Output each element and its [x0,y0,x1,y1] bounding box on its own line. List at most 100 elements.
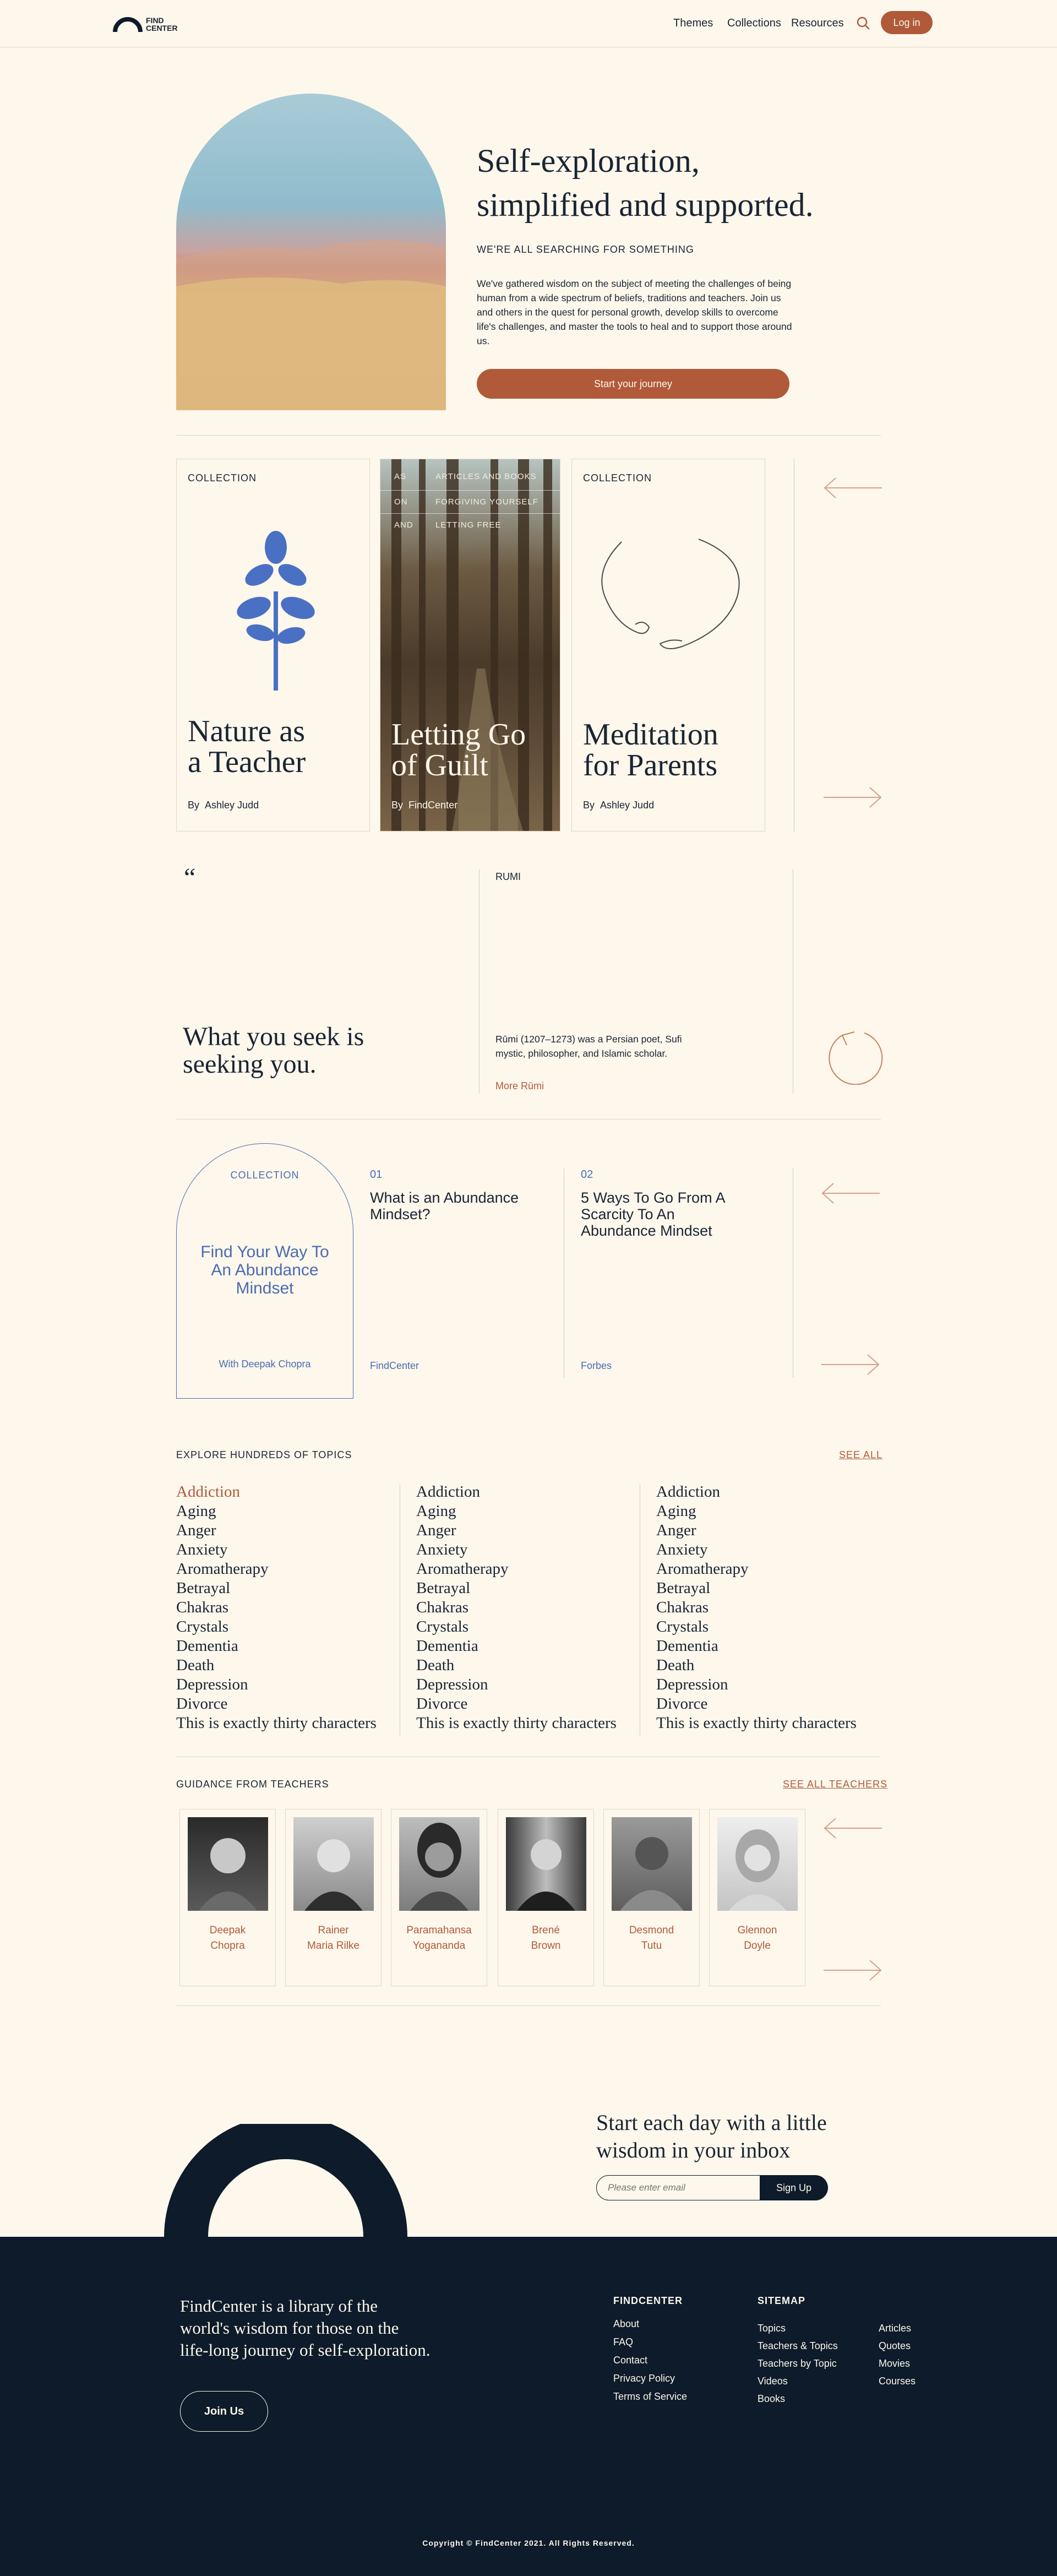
teacher-card[interactable]: Rainer Maria Rilke [285,1809,382,1986]
topic-item[interactable]: Anxiety [656,1540,857,1559]
topic-item[interactable]: Aging [656,1502,857,1521]
footer-link[interactable]: About [613,2318,639,2330]
topic-item[interactable]: Dementia [656,1637,857,1656]
see-all-teachers-link[interactable]: SEE ALL TEACHERS [783,1779,887,1790]
item-source: FindCenter [370,1360,419,1371]
topic-item[interactable]: Addiction [656,1482,857,1502]
login-button[interactable]: Log in [881,11,933,34]
topic-item[interactable]: This is exactly thirty characters [176,1714,377,1733]
footer-link[interactable]: Videos [758,2376,788,2387]
topic-item[interactable]: Dementia [416,1637,617,1656]
topic-item[interactable]: Aging [176,1502,377,1521]
topic-item[interactable]: Death [176,1656,377,1675]
topic-item[interactable]: Betrayal [416,1579,617,1598]
topic-item[interactable]: Addiction [176,1482,377,1502]
footer-link[interactable]: Topics [758,2323,786,2334]
teacher-card[interactable]: Brené Brown [498,1809,594,1986]
meta-value: LETTING FREE [435,520,502,530]
refresh-icon[interactable] [822,1013,883,1085]
search-icon[interactable] [856,16,870,30]
topic-item[interactable]: Anxiety [176,1540,377,1559]
topic-item[interactable]: Crystals [176,1617,377,1637]
teacher-first-name: Brené [532,1925,560,1936]
topic-item[interactable]: Divorce [176,1694,377,1714]
card-tag: COLLECTION [583,472,652,483]
quote-mark: “ [184,863,196,892]
footer-link[interactable]: Movies [879,2358,910,2370]
topic-item[interactable]: Betrayal [656,1579,857,1598]
arrow-left-icon[interactable] [822,477,883,499]
teacher-name: Desmond Tutu [604,1923,699,1954]
teacher-card[interactable]: Deepak Chopra [179,1809,276,1986]
topic-item[interactable]: Depression [656,1675,857,1694]
footer-link[interactable]: Privacy Policy [613,2373,675,2384]
footer-link[interactable]: Terms of Service [613,2391,687,2403]
by-label: By [583,800,595,811]
collection-card-nature[interactable]: COLLECTION Nature as a Teacher By Ashley… [176,459,370,832]
topic-item[interactable]: Chakras [656,1598,857,1617]
topic-item[interactable]: Anger [416,1521,617,1540]
logo[interactable]: FIND CENTER [113,14,179,34]
topic-item[interactable]: Addiction [416,1482,617,1502]
topic-item[interactable]: Anxiety [416,1540,617,1559]
footer-link[interactable]: Teachers by Topic [758,2358,837,2370]
topic-item[interactable]: Crystals [656,1617,857,1637]
topic-item[interactable]: Divorce [656,1694,857,1714]
topic-item[interactable]: Aromatherapy [416,1559,617,1579]
email-input[interactable] [596,2175,767,2200]
topic-item[interactable]: Death [656,1656,857,1675]
quote-text: What you seek is seeking you. [183,1023,364,1078]
collection-card-meditation[interactable]: COLLECTION Meditation for Parents By Ash… [571,459,765,832]
teacher-card[interactable]: Paramahansa Yogananda [391,1809,487,1986]
teacher-name: Rainer Maria Rilke [286,1923,381,1954]
footer-link[interactable]: Articles [879,2323,911,2334]
more-rumi-link[interactable]: More Rūmi [495,1080,544,1092]
topic-item[interactable]: Chakras [176,1598,377,1617]
topic-item[interactable]: This is exactly thirty characters [416,1714,617,1733]
footer-link[interactable]: Teachers & Topics [758,2340,838,2352]
sign-up-button[interactable]: Sign Up [760,2175,828,2200]
card-tag: COLLECTION [230,1170,299,1181]
topic-item[interactable]: This is exactly thirty characters [656,1714,857,1733]
join-us-button[interactable]: Join Us [180,2391,268,2432]
teacher-photo [717,1817,798,1911]
teacher-card[interactable]: Glennon Doyle [709,1809,805,1986]
arrow-right-icon[interactable] [822,1959,883,1981]
topic-item[interactable]: Chakras [416,1598,617,1617]
teacher-card[interactable]: Desmond Tutu [603,1809,700,1986]
teacher-last-name: Maria Rilke [307,1940,360,1952]
topic-item[interactable]: Aromatherapy [656,1559,857,1579]
see-all-topics-link[interactable]: SEE ALL [839,1449,882,1461]
topic-item[interactable]: Depression [416,1675,617,1694]
topic-item[interactable]: Divorce [416,1694,617,1714]
topic-item[interactable]: Betrayal [176,1579,377,1598]
footer-link[interactable]: Courses [879,2376,916,2387]
topic-item[interactable]: Aromatherapy [176,1559,377,1579]
hands-illustration [601,539,740,649]
arrow-left-icon[interactable] [820,1182,881,1204]
topic-item[interactable]: Aging [416,1502,617,1521]
nav-resources[interactable]: Resources [791,17,844,30]
start-journey-button[interactable]: Start your journey [477,369,789,399]
footer-link[interactable]: Quotes [879,2340,911,2352]
topic-item[interactable]: Anger [176,1521,377,1540]
arrow-right-icon[interactable] [820,1354,881,1376]
footer-link[interactable]: Books [758,2393,785,2405]
abundance-item-2[interactable]: 02 5 Ways To Go From A Scarcity To An Ab… [581,1169,746,1378]
hero-title-line-1: Self-exploration, [477,143,700,179]
footer-link[interactable]: FAQ [613,2336,633,2348]
topic-item[interactable]: Anger [656,1521,857,1540]
arrow-left-icon[interactable] [822,1817,883,1839]
abundance-collection-card[interactable]: COLLECTION Find Your Way To An Abundance… [176,1143,353,1399]
topic-item[interactable]: Crystals [416,1617,617,1637]
topic-item[interactable]: Depression [176,1675,377,1694]
author-name: FindCenter [408,800,458,811]
footer-link[interactable]: Contact [613,2355,647,2366]
nav-themes[interactable]: Themes [673,17,713,30]
nav-collections[interactable]: Collections [727,17,781,30]
collection-card-guilt[interactable]: AS ARTICLES AND BOOKS ON FORGIVING YOURSEL… [380,459,560,832]
arrow-right-icon[interactable] [822,786,883,808]
topic-item[interactable]: Death [416,1656,617,1675]
abundance-item-1[interactable]: 01 What is an Abundance Mindset? FindCen… [370,1169,557,1378]
topic-item[interactable]: Dementia [176,1637,377,1656]
